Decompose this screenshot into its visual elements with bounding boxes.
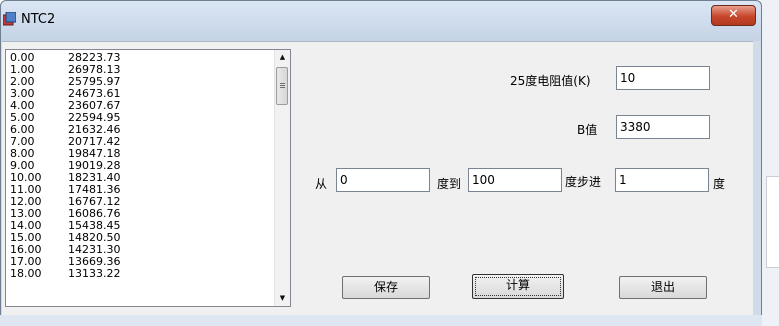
from-label: 从	[315, 177, 328, 191]
step-input[interactable]: 1	[615, 168, 709, 192]
window-bottom-frame	[0, 315, 762, 326]
list-item[interactable]: 17.00 13669.36	[6, 256, 276, 268]
scroll-thumb[interactable]	[276, 67, 288, 105]
b-value-input[interactable]: 3380	[616, 115, 710, 139]
list-scrollbar[interactable]: ▲ ▼	[274, 50, 290, 306]
list-item[interactable]: 13.00 16086.76	[6, 208, 276, 220]
resistance-table-list[interactable]: 0.00 28223.73 1.00 26978.13 2.00 25795.97 3.00…	[5, 49, 291, 307]
r25-input[interactable]: 10	[616, 66, 710, 90]
to-input[interactable]: 100	[468, 168, 562, 192]
exit-button[interactable]: 退出	[619, 276, 707, 299]
list-item[interactable]: 16.00 14231.30	[6, 244, 276, 256]
app-window: NTC2 ✕ 0.00 28223.73 1.00 26978.13 2.00 25795…	[0, 0, 762, 322]
resistance-cell: 13133.22	[68, 267, 121, 280]
temperature-cell: 18.00	[10, 267, 42, 280]
step-label: 度步进	[565, 175, 602, 189]
list-item[interactable]: 6.00 21632.46	[6, 124, 276, 136]
list-item[interactable]: 7.00 20717.42	[6, 136, 276, 148]
r25-label: 25度电阻值(K)	[510, 74, 591, 88]
list-item[interactable]: 1.00 26978.13	[6, 64, 276, 76]
title-bar[interactable]: NTC2 ✕	[1, 1, 761, 41]
close-icon: ✕	[728, 7, 739, 22]
list-item[interactable]: 15.00 14820.50	[6, 232, 276, 244]
b-value-label: B值	[577, 123, 598, 137]
dialog-body: 0.00 28223.73 1.00 26978.13 2.00 25795.97 3.00…	[2, 41, 753, 316]
calculate-button[interactable]: 计算	[472, 274, 564, 299]
scroll-up-arrow-icon[interactable]: ▲	[275, 50, 290, 65]
unit-label: 度	[713, 177, 726, 191]
app-icon	[3, 12, 16, 26]
to-label: 度到	[437, 177, 462, 191]
save-button[interactable]: 保存	[342, 276, 430, 299]
scroll-down-arrow-icon[interactable]: ▼	[275, 291, 290, 306]
list-item[interactable]: 5.00 22594.95	[6, 112, 276, 124]
list-item[interactable]: 11.00 17481.36	[6, 184, 276, 196]
from-input[interactable]: 0	[336, 168, 430, 192]
list-rows: 0.00 28223.73 1.00 26978.13 2.00 25795.97 3.00…	[6, 52, 276, 280]
list-item[interactable]: 12.00 16767.12	[6, 196, 276, 208]
window-title: NTC2	[21, 12, 56, 27]
background-window-edge	[766, 176, 779, 268]
close-button[interactable]: ✕	[711, 5, 756, 26]
list-item[interactable]: 2.00 25795.97	[6, 76, 276, 88]
list-item[interactable]: 18.00 13133.22	[6, 268, 276, 280]
list-item[interactable]: 0.00 28223.73	[6, 52, 276, 64]
list-item[interactable]: 14.00 15438.45	[6, 220, 276, 232]
list-item[interactable]: 10.00 18231.40	[6, 172, 276, 184]
list-item[interactable]: 9.00 19019.28	[6, 160, 276, 172]
list-item[interactable]: 4.00 23607.67	[6, 100, 276, 112]
background-window	[760, 0, 779, 326]
list-item[interactable]: 3.00 24673.61	[6, 88, 276, 100]
list-item[interactable]: 8.00 19847.18	[6, 148, 276, 160]
